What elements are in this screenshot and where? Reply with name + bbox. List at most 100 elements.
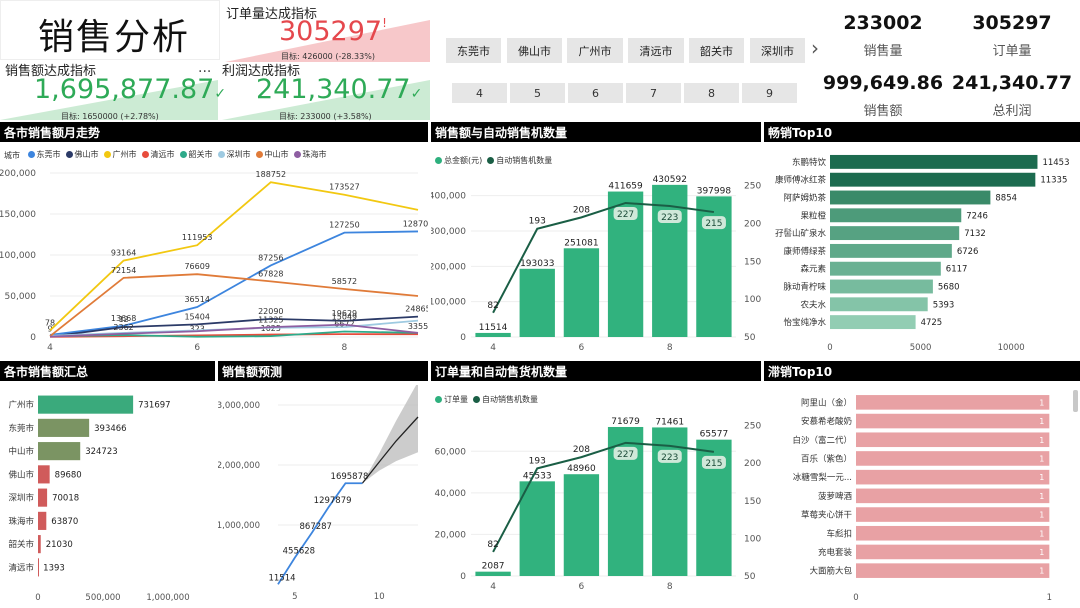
- bar: [519, 481, 555, 576]
- bar-data-label: 193033: [520, 259, 554, 269]
- data-label: 87256: [258, 253, 283, 262]
- top10-bar-chart: 东鹏特饮 11453 康师傅冰红茶 11335 阿萨姆奶茶 8854 果粒橙 7246 孖髻山矿…: [775, 154, 1070, 353]
- city-slicer-item[interactable]: 佛山市: [507, 38, 562, 63]
- line-data-label: 223: [661, 453, 678, 463]
- legend-item[interactable]: 东莞市: [27, 149, 61, 160]
- bar-data-label: 1: [1039, 417, 1044, 426]
- month-slicer-item[interactable]: 9: [742, 83, 797, 103]
- series-line: [49, 181, 419, 332]
- bar: [475, 332, 511, 337]
- city-total-chart-title: 各市销售额汇总: [0, 361, 215, 381]
- month-slicer-item[interactable]: 5: [510, 83, 565, 103]
- warning-mark-icon: !: [382, 16, 387, 30]
- y2-tick-label: 50: [744, 572, 756, 582]
- bar-data-label: 21030: [46, 540, 73, 550]
- y-tick-label: 20,000: [435, 530, 467, 540]
- category-label: 车彪扣: [826, 528, 852, 539]
- bar: [856, 488, 1050, 504]
- monthly-chart-title: 各市销售额月走势: [0, 122, 428, 142]
- data-label: 188752: [256, 170, 287, 179]
- category-label: 清远市: [8, 562, 34, 573]
- bar-data-label: 430592: [653, 175, 687, 185]
- bar-data-label: 4725: [921, 318, 943, 328]
- category-label: 脉动青柠味: [783, 282, 826, 293]
- data-label: 11325: [258, 316, 283, 325]
- bar-data-label: 397998: [697, 186, 732, 196]
- y-tick-label: 150,000: [0, 210, 36, 220]
- month-slicer-item[interactable]: 8: [684, 83, 739, 103]
- data-label: 93164: [111, 249, 136, 258]
- bar: [38, 465, 50, 484]
- legend-item[interactable]: 清远市: [141, 149, 175, 160]
- city-slicer-item[interactable]: 深圳市: [750, 38, 805, 63]
- sales-kpi-number: 1,695,877.87: [34, 74, 215, 105]
- bar: [856, 469, 1050, 485]
- legend-item[interactable]: 中山市: [255, 149, 289, 160]
- line-data-label: 227: [617, 210, 634, 220]
- x-tick-label: 6: [579, 343, 585, 353]
- legend-item[interactable]: 广州市: [103, 149, 137, 160]
- category-label: 广州市: [8, 400, 34, 411]
- data-label: 72154: [111, 266, 136, 275]
- city-slicer-item[interactable]: 广州市: [567, 38, 623, 63]
- legend-dot-icon: [179, 151, 187, 158]
- category-label: 珠海市: [8, 516, 34, 527]
- data-label: 11514: [268, 573, 295, 583]
- x-tick-label: 5: [292, 592, 297, 602]
- data-label: 867287: [300, 522, 332, 532]
- bar: [856, 395, 1050, 410]
- category-label: 康师傅绿茶: [783, 246, 826, 257]
- stat-label: 销售量: [863, 44, 903, 59]
- x-tick-label: 4: [490, 582, 496, 592]
- category-label: 深圳市: [8, 493, 34, 504]
- bar: [38, 558, 39, 577]
- orders-kpi-number: 305297: [279, 16, 383, 47]
- y-tick-label: 200,000: [431, 262, 466, 272]
- monthly-line-chart: 050,000100,000150,000200,0004 6 8136683651…: [0, 169, 428, 353]
- stat-value: 241,340.77: [951, 72, 1073, 94]
- data-label: 22090: [258, 307, 283, 316]
- month-slicer-item[interactable]: 4: [452, 83, 507, 103]
- bar-data-label: 1: [1039, 436, 1044, 445]
- x-tick-label: 10000: [998, 343, 1025, 353]
- data-label: 3355: [408, 322, 428, 331]
- forecast-confidence-band: [362, 385, 418, 484]
- y-tick-label: 0: [460, 333, 466, 343]
- y-tick-label: 1,000,000: [218, 521, 260, 531]
- bar: [38, 488, 48, 507]
- y-tick-label: 0: [30, 333, 36, 343]
- y-tick-label: 300,000: [431, 227, 466, 237]
- data-label: 127250: [329, 221, 360, 230]
- legend-item[interactable]: 深圳市: [217, 149, 251, 160]
- bar-data-label: 1: [1039, 567, 1044, 576]
- bar-data-label: 1: [1039, 473, 1044, 482]
- line-data-label: 223: [661, 213, 678, 223]
- line-data-label: 215: [705, 219, 722, 229]
- y2-tick-label: 100: [744, 295, 761, 305]
- city-slicer-item[interactable]: 东莞市: [446, 38, 501, 63]
- y2-tick-label: 200: [744, 459, 761, 469]
- bar: [38, 535, 41, 554]
- bar: [563, 248, 600, 337]
- category-label: 百乐（紫色）: [801, 453, 852, 464]
- y-tick-label: 3,000,000: [218, 401, 260, 411]
- data-label: 111953: [182, 233, 213, 242]
- legend-item[interactable]: 佛山市: [65, 149, 99, 160]
- legend-item[interactable]: 韶关市: [179, 149, 213, 160]
- stat-label: 销售额: [863, 104, 903, 119]
- bar-data-label: 11453: [1042, 158, 1069, 168]
- city-slicer-item[interactable]: 清远市: [628, 38, 684, 63]
- month-slicer-item[interactable]: 7: [626, 83, 681, 103]
- sales-machines-combo-chart: 0 100,000 200,000 300,000 400,000 50 100 150 200…: [431, 175, 761, 353]
- city-slicer-item[interactable]: 韶关市: [689, 38, 744, 63]
- bar-data-label: 63870: [51, 517, 78, 527]
- x-tick-label: 0: [827, 343, 832, 353]
- legend-item[interactable]: 珠海市: [293, 149, 327, 160]
- y2-tick-label: 250: [744, 182, 761, 192]
- profit-kpi-target: 目标: 233000 (+3.58%): [279, 112, 372, 121]
- bar: [830, 226, 960, 241]
- slow10-scrollbar[interactable]: [1073, 390, 1078, 412]
- y2-tick-label: 200: [744, 219, 761, 229]
- month-slicer-item[interactable]: 6: [568, 83, 623, 103]
- y2-tick-label: 100: [744, 534, 761, 544]
